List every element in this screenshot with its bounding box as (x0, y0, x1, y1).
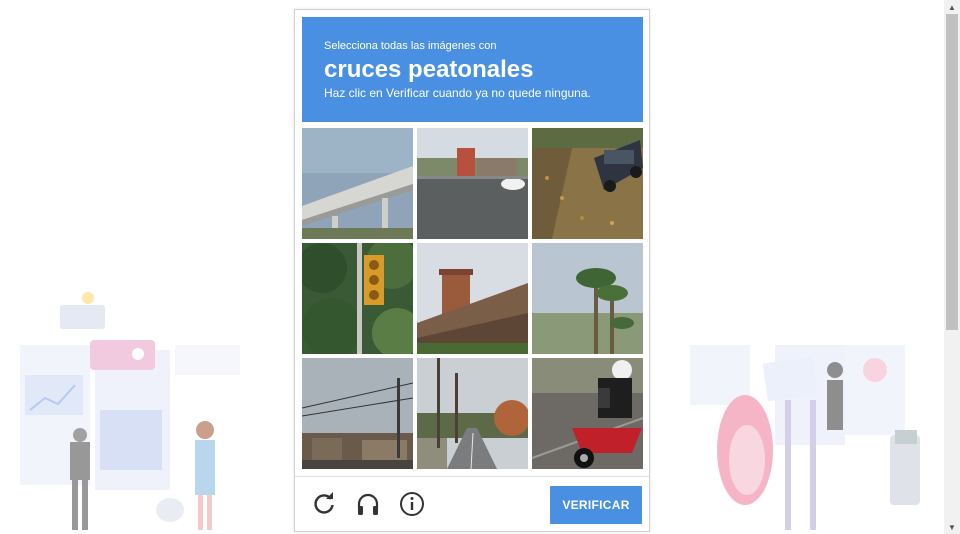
challenge-target: cruces peatonales (324, 56, 534, 83)
image-tile-8[interactable] (417, 358, 528, 469)
image-tile-2[interactable] (417, 128, 528, 239)
scroll-down-arrow-icon[interactable]: ▼ (944, 520, 960, 534)
reload-icon (314, 492, 334, 514)
audio-challenge-button[interactable] (355, 491, 381, 517)
headphones-icon (357, 493, 379, 515)
challenge-footer: VERIFICAR (295, 476, 649, 531)
image-tile-7[interactable] (302, 358, 413, 469)
info-icon (400, 492, 424, 516)
image-tile-1[interactable] (302, 128, 413, 239)
page-scrollbar[interactable]: ▲ ▼ (944, 0, 960, 534)
image-tile-4[interactable] (302, 243, 413, 354)
left-illustration (20, 292, 240, 530)
captcha-challenge: Selecciona todas las imágenes con cruces… (294, 9, 650, 532)
challenge-header: Selecciona todas las imágenes con cruces… (302, 17, 643, 122)
image-grid (302, 128, 643, 469)
image-tile-5[interactable] (417, 243, 528, 354)
reload-button[interactable] (311, 491, 337, 517)
scroll-thumb[interactable] (946, 14, 958, 330)
image-tile-6[interactable] (532, 243, 643, 354)
verify-button[interactable]: VERIFICAR (550, 486, 642, 524)
instruction-suffix: Haz clic en Verificar cuando ya no quede… (324, 86, 591, 100)
image-tile-3[interactable] (532, 128, 643, 239)
right-illustration (690, 345, 920, 530)
info-button[interactable] (399, 491, 425, 517)
instruction-prefix: Selecciona todas las imágenes con (324, 40, 497, 52)
scroll-up-arrow-icon[interactable]: ▲ (944, 0, 960, 14)
image-tile-9[interactable] (532, 358, 643, 469)
